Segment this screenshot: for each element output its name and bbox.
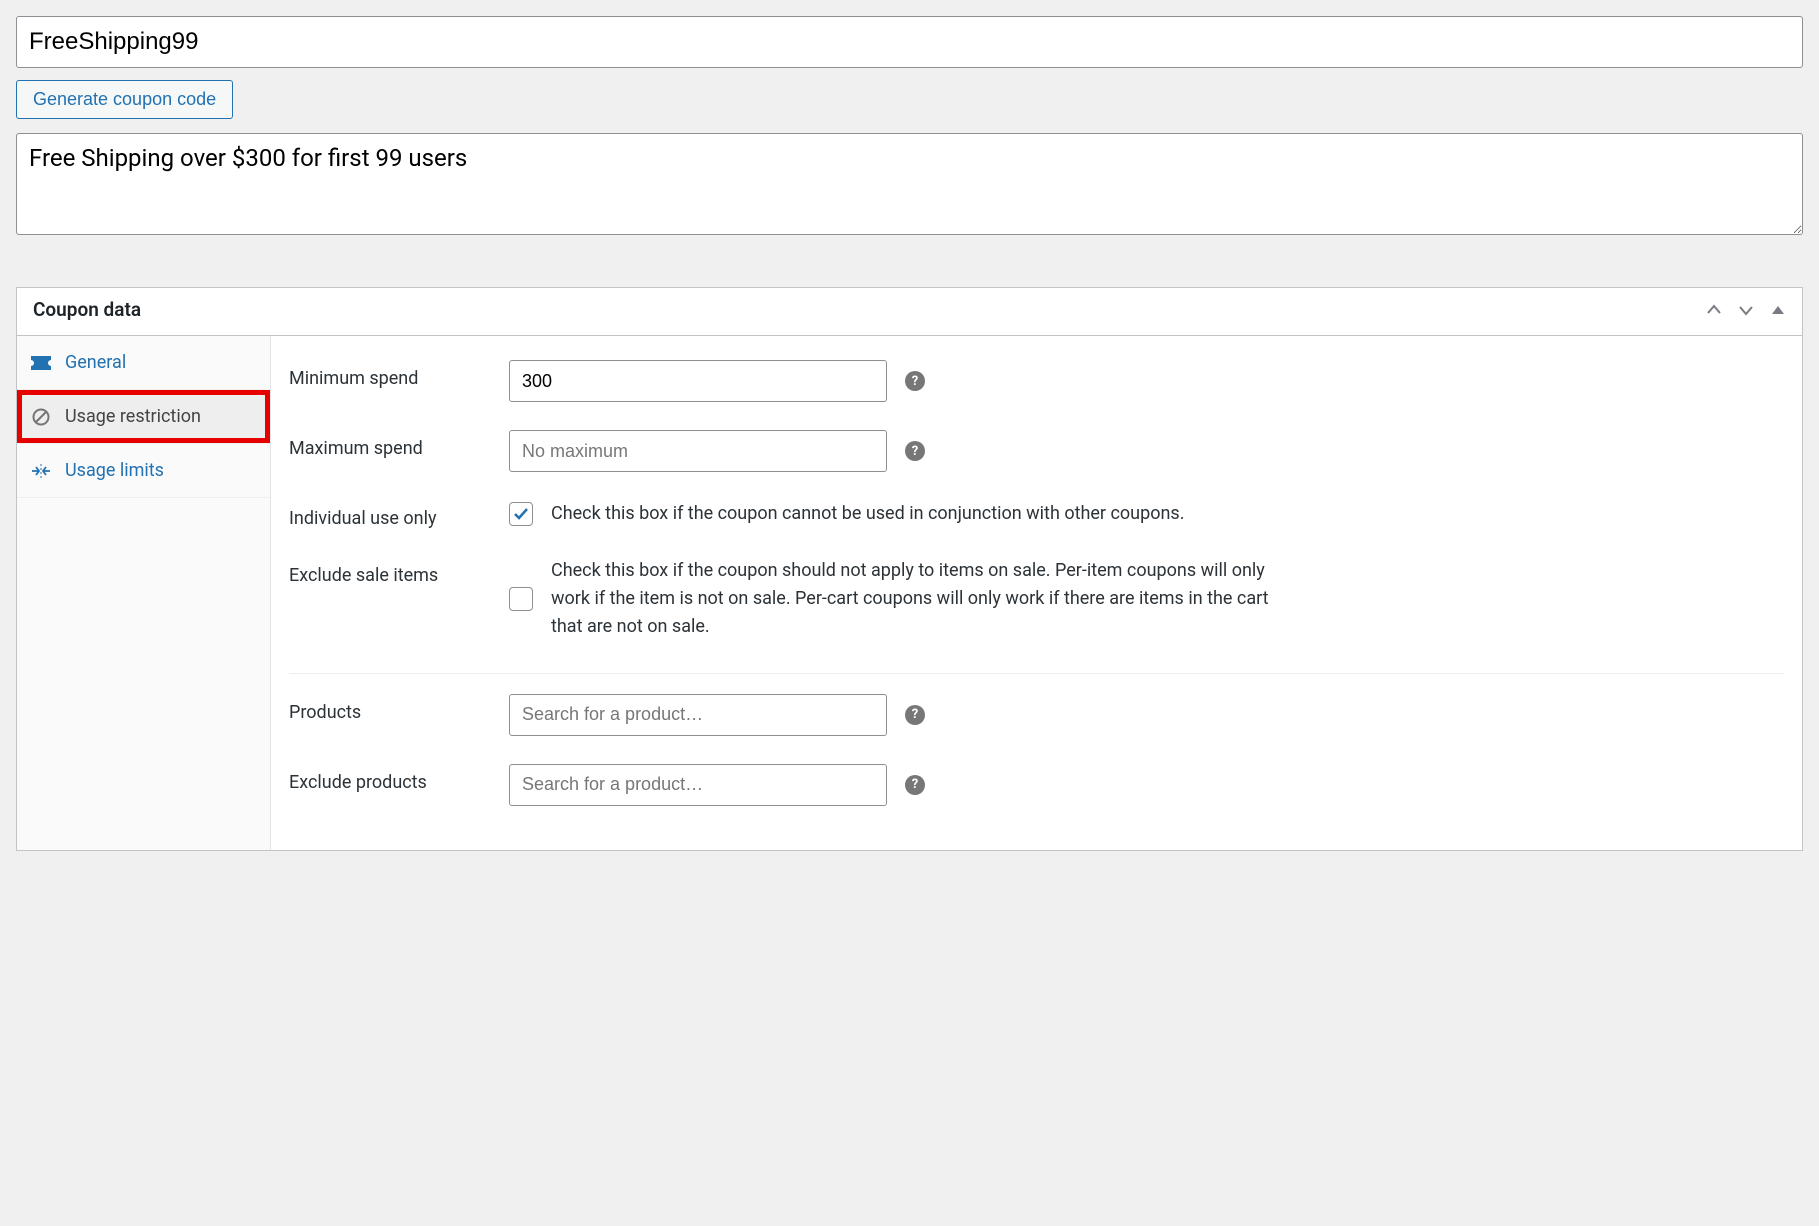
- products-input[interactable]: [509, 694, 887, 736]
- maximum-spend-label: Maximum spend: [289, 430, 509, 459]
- help-icon[interactable]: ?: [905, 441, 925, 461]
- products-label: Products: [289, 694, 509, 723]
- minimum-spend-input[interactable]: [509, 360, 887, 402]
- panel-toggle-icon[interactable]: [1770, 302, 1786, 318]
- tab-general-label: General: [65, 352, 126, 373]
- exclude-products-label: Exclude products: [289, 764, 509, 793]
- exclude-sale-checkbox[interactable]: [509, 587, 533, 611]
- ticket-icon: [31, 353, 51, 373]
- exclude-sale-text: Check this box if the coupon should not …: [551, 557, 1291, 641]
- tab-general[interactable]: General: [17, 336, 270, 390]
- tab-usage-limits[interactable]: Usage limits: [17, 444, 270, 498]
- help-icon[interactable]: ?: [905, 705, 925, 725]
- minimum-spend-label: Minimum spend: [289, 360, 509, 389]
- panel-move-up-icon[interactable]: [1706, 302, 1722, 318]
- exclude-products-input[interactable]: [509, 764, 887, 806]
- tab-usage-restriction-label: Usage restriction: [65, 406, 201, 427]
- panel-move-down-icon[interactable]: [1738, 302, 1754, 318]
- coupon-tabs-sidebar: General Usage restriction Usage limits: [17, 336, 271, 850]
- individual-use-text: Check this box if the coupon cannot be u…: [551, 500, 1184, 528]
- help-icon[interactable]: ?: [905, 775, 925, 795]
- tab-usage-restriction[interactable]: Usage restriction: [17, 390, 270, 444]
- coupon-description-input[interactable]: Free Shipping over $300 for first 99 use…: [16, 133, 1803, 235]
- arrows-in-icon: [31, 461, 51, 481]
- generate-coupon-code-button[interactable]: Generate coupon code: [16, 80, 233, 119]
- maximum-spend-input[interactable]: [509, 430, 887, 472]
- panel-title: Coupon data: [33, 298, 141, 321]
- coupon-code-input[interactable]: [16, 16, 1803, 68]
- tab-usage-limits-label: Usage limits: [65, 460, 164, 481]
- coupon-data-panel: Coupon data General: [16, 287, 1803, 851]
- ban-icon: [31, 407, 51, 427]
- help-icon[interactable]: ?: [905, 371, 925, 391]
- individual-use-label: Individual use only: [289, 500, 509, 529]
- individual-use-checkbox[interactable]: [509, 502, 533, 526]
- exclude-sale-label: Exclude sale items: [289, 557, 509, 586]
